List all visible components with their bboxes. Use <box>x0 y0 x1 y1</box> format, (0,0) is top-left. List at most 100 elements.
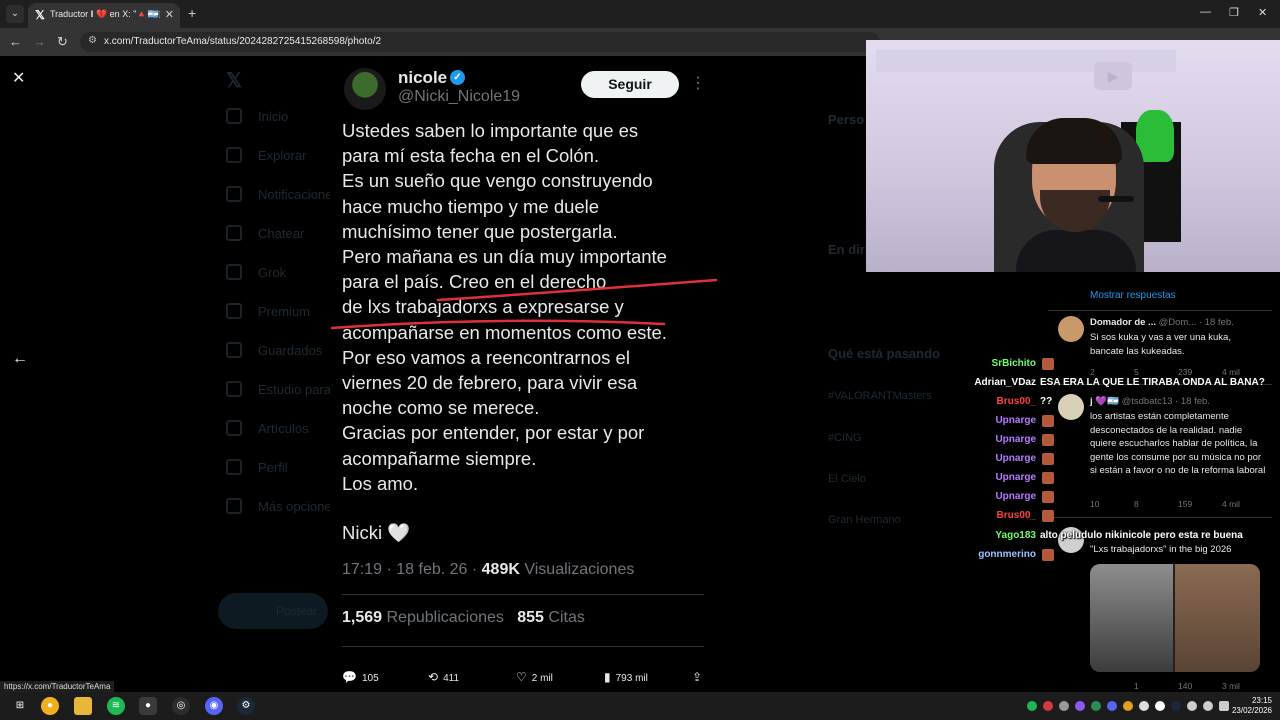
obs-icon[interactable]: ◎ <box>172 697 190 715</box>
bg-right-1: Perso <box>828 112 865 127</box>
tray-spotify-icon[interactable] <box>1027 701 1037 711</box>
chat-username: Brus00_ <box>996 396 1036 407</box>
divider <box>1048 310 1272 311</box>
tray-steam-icon[interactable] <box>1171 701 1181 711</box>
reply-icon: 💬 <box>342 670 357 684</box>
discord-icon[interactable]: ◉ <box>205 697 223 715</box>
bg-nav-grok: Grok <box>258 265 287 280</box>
show-replies-link[interactable]: Mostrar respuestas <box>1090 290 1176 301</box>
tweet-line: Gracias por entender, por estar y por <box>342 422 645 444</box>
tweet-line: hace mucho tiempo y me duele <box>342 195 600 217</box>
view-count[interactable]: 3 mil <box>1222 681 1266 691</box>
forward-button[interactable]: → <box>33 34 46 49</box>
tweet-line: Ustedes saben lo importante que es <box>342 120 639 141</box>
tray-app-icon[interactable] <box>1155 701 1165 711</box>
like-button[interactable]: ♡ 2 mil <box>516 670 553 684</box>
chrome-icon[interactable]: ● <box>41 697 59 715</box>
tweet-line: muchísimo tener que postergarla. <box>342 220 618 242</box>
chat-message: Upnarge <box>960 453 1260 469</box>
chat-message: Upnarge <box>960 491 1260 507</box>
tray-app-icon[interactable] <box>1123 701 1133 711</box>
minimize-button[interactable]: — <box>1200 6 1211 18</box>
restore-button[interactable]: ❐ <box>1229 6 1239 19</box>
repost-count[interactable]: 1 <box>1134 681 1178 691</box>
like-count[interactable]: 140 <box>1178 681 1222 691</box>
articles-icon <box>226 420 242 436</box>
browser-tab[interactable]: 𝕏 Traductor 𝐈 💔 en X: "🔺🇦🇷🇺 ✕ <box>28 3 180 28</box>
tweet-line: viernes 20 de febrero, para vivir esa <box>342 372 638 394</box>
chat-username: Brus00_ <box>996 510 1036 521</box>
more-options-icon[interactable]: ⋮ <box>690 73 706 93</box>
tab-title: Traductor 𝐈 💔 en X: "🔺🇦🇷🇺 <box>50 9 160 19</box>
views-count: 793 mil <box>615 673 648 684</box>
tray-record-icon[interactable] <box>1043 701 1053 711</box>
chat-username: Upnarge <box>995 453 1036 464</box>
chat-text: alto peludulo nikinicole pero esta re bu… <box>1040 530 1243 541</box>
views-button[interactable]: ▮ 793 mil <box>604 670 648 684</box>
tweet-line: noche como se merece. <box>342 397 540 419</box>
profile-icon <box>226 459 242 475</box>
repost-icon: ⟲ <box>428 670 439 684</box>
tray-discord-icon[interactable] <box>1107 701 1117 711</box>
tray-app-icon[interactable] <box>1091 701 1101 711</box>
reply-count: 105 <box>361 673 379 684</box>
previous-photo-icon[interactable]: ← <box>12 350 28 368</box>
webcam-overlay: ▶ <box>866 40 1280 272</box>
tab-list-button[interactable]: ⌄ <box>6 5 24 23</box>
steam-icon[interactable]: ⚙ <box>237 697 255 715</box>
follow-button[interactable]: Seguir <box>581 71 679 98</box>
volume-icon[interactable] <box>1203 701 1213 711</box>
back-button[interactable]: ← <box>9 34 22 49</box>
bg-x-logo-icon: 𝕏 <box>226 70 243 92</box>
views-icon: ▮ <box>604 670 611 684</box>
reply-button[interactable]: 💬 105 <box>342 670 379 684</box>
chat-message: gonnmerino <box>960 549 1260 565</box>
folder-icon[interactable] <box>74 697 92 715</box>
close-photo-icon[interactable]: ✕ <box>12 68 25 88</box>
bg-nav-home: Inicio <box>258 109 289 124</box>
reply-avatar[interactable] <box>1058 316 1084 342</box>
repost-button[interactable]: ⟲ 411 <box>428 670 459 684</box>
reply-header: Domador de ... @Dom... · 18 feb. <box>1090 317 1234 328</box>
divider <box>342 646 704 647</box>
address-bar[interactable]: ⚙ x.com/TraductorTeAma/status/2024282725… <box>80 32 880 52</box>
share-button[interactable]: ⇪ <box>692 670 707 684</box>
reply-author: Domador de ... <box>1090 317 1156 328</box>
emote-icon <box>1042 415 1054 427</box>
chat-username: Upnarge <box>995 415 1036 426</box>
clock-time: 23:15 <box>1251 696 1272 705</box>
tweet-author-name: nicole <box>398 68 448 87</box>
reload-button[interactable]: ↻ <box>57 34 68 50</box>
new-tab-button[interactable]: + <box>188 5 196 21</box>
tray-twitch-icon[interactable] <box>1075 701 1085 711</box>
chrome-active-icon[interactable]: ● <box>139 697 157 715</box>
bg-nav-more: Más opciones <box>258 499 339 514</box>
windows-start-icon[interactable]: ⊞ <box>11 697 29 715</box>
tweet-line: Los amo. <box>342 472 419 494</box>
tray-app-icon[interactable] <box>1139 701 1149 711</box>
bg-nav-chat: Chatear <box>258 226 305 241</box>
chat-username: Adrian_VDaz <box>974 377 1036 388</box>
chat-username: Yago183 <box>995 530 1036 541</box>
verified-badge-icon: ✓ <box>450 70 465 85</box>
system-clock[interactable]: 23:15 23/02/2026 <box>1232 696 1272 716</box>
studio-icon <box>226 381 242 397</box>
stream-chat: SrBichito Adrian_VDaz ESA ERA LA QUE LE T… <box>960 355 1265 565</box>
bg-right-5: #CING <box>828 432 862 444</box>
grok-icon <box>226 264 242 280</box>
screen: ⌄ 𝕏 Traductor 𝐈 💔 en X: "🔺🇦🇷🇺 ✕ + — ❐ ✕ … <box>0 0 1280 720</box>
reply-image[interactable] <box>1090 564 1260 672</box>
network-icon[interactable] <box>1187 701 1197 711</box>
tweet-line: Por eso vamos a reencontrarnos el <box>342 346 630 368</box>
close-window-button[interactable]: ✕ <box>1258 6 1267 19</box>
spotify-icon[interactable]: ≋ <box>107 697 125 715</box>
site-info-icon[interactable]: ⚙ <box>88 35 97 46</box>
tray-app-icon[interactable] <box>1059 701 1069 711</box>
chat-message: Yago183 alto peludulo nikinicole pero est… <box>960 530 1260 546</box>
chat-username: SrBichito <box>991 358 1036 369</box>
tweet-views-count: 489K <box>481 561 520 578</box>
bg-post-label: Postear <box>276 604 318 618</box>
tweet-body: Ustedes saben lo importante que es para … <box>342 118 712 496</box>
display-icon[interactable] <box>1219 701 1229 711</box>
close-tab-icon[interactable]: ✕ <box>165 8 174 21</box>
